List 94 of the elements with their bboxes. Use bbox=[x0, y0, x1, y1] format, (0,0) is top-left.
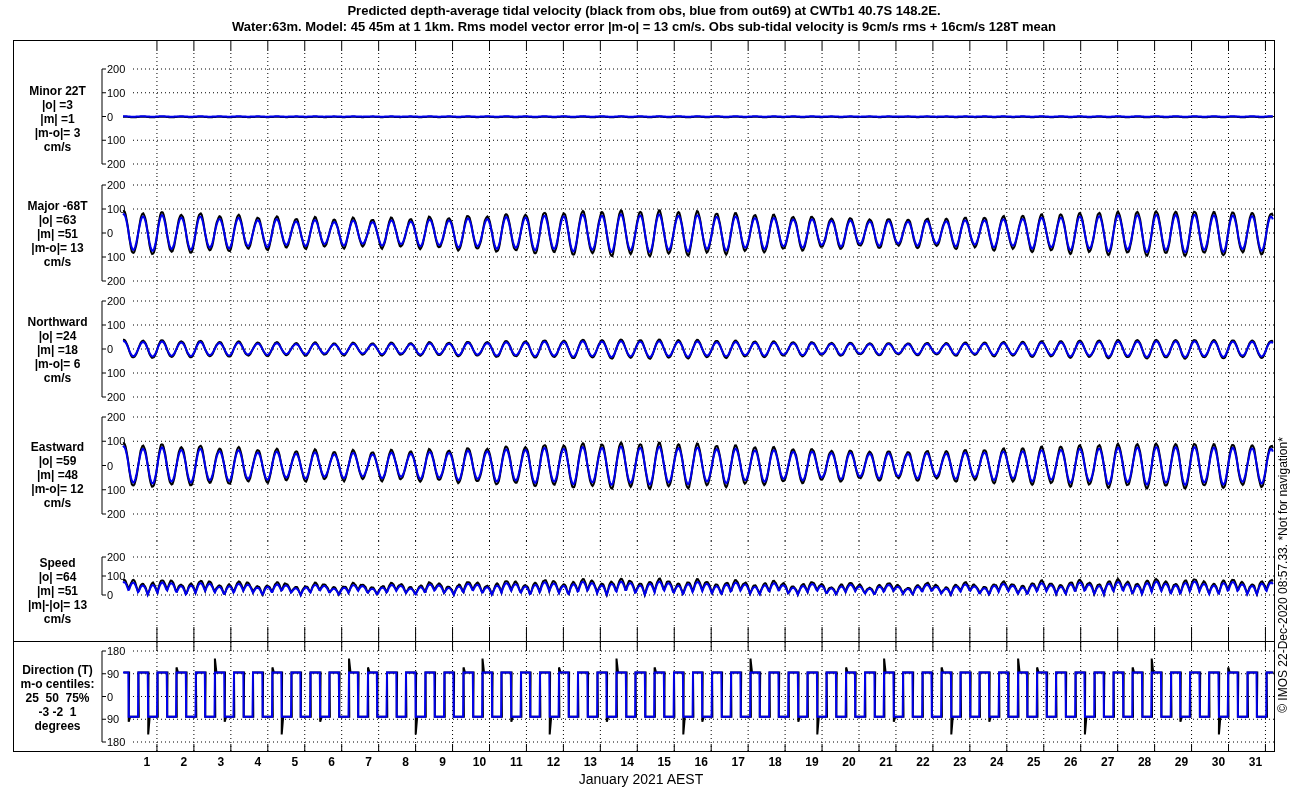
panel-label: |o| =3 bbox=[41, 97, 74, 112]
tick-label: 200 bbox=[107, 179, 126, 191]
axis-label: 19 bbox=[805, 755, 819, 769]
panel-label: Eastward bbox=[30, 439, 85, 454]
panel-label: Speed bbox=[39, 556, 76, 570]
panel-label: |m| =1 bbox=[40, 111, 75, 126]
panel-label: |m| =48 bbox=[36, 467, 79, 482]
tick-label: 200 bbox=[107, 551, 126, 563]
tick-label: 90 bbox=[107, 667, 120, 680]
tick-label: 180 bbox=[107, 736, 126, 748]
panel-label: cm/s bbox=[43, 495, 72, 510]
tick-label: 200 bbox=[107, 391, 126, 403]
panel-label: 25 50 75% bbox=[25, 691, 90, 705]
axis-label: 20 bbox=[842, 755, 856, 769]
panel-label: degrees bbox=[34, 719, 81, 733]
tick-label: 180 bbox=[107, 645, 126, 657]
tick-label: 100 bbox=[107, 319, 126, 331]
axis-label: 25 bbox=[1027, 755, 1041, 769]
tick-label: 0 bbox=[107, 690, 114, 703]
axis-label: 15 bbox=[657, 755, 671, 769]
panel-label: Northward bbox=[27, 315, 88, 329]
tick-label: 100 bbox=[107, 134, 126, 147]
axis-label: 21 bbox=[879, 755, 893, 769]
tick-label: 100 bbox=[107, 483, 126, 496]
tick-label: 90 bbox=[107, 713, 120, 726]
panel-label: |m| =18 bbox=[36, 343, 79, 357]
tick-label: 100 bbox=[107, 86, 126, 99]
tick-label: 100 bbox=[107, 251, 126, 263]
panel-label: |m|-|o|= 13 bbox=[27, 598, 88, 612]
panel-label: |m-o|= 3 bbox=[34, 125, 81, 140]
axis-label: 4 bbox=[254, 755, 262, 769]
panel-label: Minor 22T bbox=[29, 83, 86, 98]
panel-label: -3 -2 1 bbox=[38, 705, 77, 719]
panel-label: |m| =51 bbox=[36, 227, 79, 241]
tick-label: 100 bbox=[107, 435, 126, 448]
panel-label: Direction (T) bbox=[22, 663, 93, 677]
panel-label: cm/s bbox=[43, 255, 72, 269]
axis-label: 1 bbox=[143, 755, 151, 769]
tick-label: 200 bbox=[107, 508, 126, 520]
panel-label: |o| =63 bbox=[38, 213, 77, 227]
axis-title: January 2021 AEST bbox=[578, 771, 704, 787]
tick-label: 100 bbox=[107, 570, 126, 582]
axis-label: 27 bbox=[1100, 755, 1115, 769]
panel-label: cm/s bbox=[43, 612, 72, 626]
tick-label: 0 bbox=[107, 589, 114, 601]
axis-label: 29 bbox=[1174, 755, 1189, 769]
axis-label: 22 bbox=[916, 755, 930, 769]
tick-label: 200 bbox=[107, 158, 126, 170]
chart-title: Predicted depth-average tidal velocity (black from obs, blue from out69) at CWTb1 40.7S 148.2E. bbox=[347, 3, 941, 19]
axis-label: 26 bbox=[1064, 755, 1078, 769]
axis-label: 8 bbox=[402, 755, 409, 769]
axis-label: 2 bbox=[180, 755, 188, 769]
panel-label: |m-o|= 6 bbox=[34, 357, 81, 371]
axis-label: 10 bbox=[472, 755, 487, 769]
panel-label: |o| =24 bbox=[38, 329, 77, 343]
tick-label: 100 bbox=[107, 367, 126, 379]
axis-label: 28 bbox=[1137, 755, 1152, 769]
axis-label: 30 bbox=[1211, 755, 1226, 769]
chart-title: Water:63m. Model: 45 45m at 1 1km. Rms model vector error |m-o| = 13 cm/s. Obs sub-tidal velocity is 9cm/s rms + 16cm/s 128T mean bbox=[232, 19, 1056, 35]
y-axis bbox=[101, 556, 107, 596]
axis-label: 14 bbox=[620, 755, 634, 769]
tick-label: 0 bbox=[107, 459, 114, 472]
axis-label: 3 bbox=[217, 755, 225, 769]
panel-label: m-o centiles: bbox=[20, 677, 95, 691]
axis-label: 11 bbox=[510, 755, 523, 769]
axis-label: 13 bbox=[583, 755, 598, 769]
tick-label: 200 bbox=[107, 63, 126, 75]
tick-label: 0 bbox=[107, 343, 114, 355]
axis-label: 7 bbox=[365, 755, 372, 769]
axis-label: 23 bbox=[953, 755, 967, 769]
panel-label: |m| =51 bbox=[36, 584, 79, 598]
panel-label: |o| =59 bbox=[38, 453, 77, 468]
axis-label: 17 bbox=[731, 755, 745, 769]
axis-label: 9 bbox=[439, 755, 446, 769]
axis-label: 6 bbox=[328, 755, 336, 769]
tick-label: 200 bbox=[107, 275, 126, 287]
panel-label: |m-o|= 13 bbox=[31, 241, 84, 255]
tick-label: 200 bbox=[107, 411, 126, 423]
panel-label: cm/s bbox=[43, 139, 72, 154]
tick-label: 0 bbox=[107, 110, 114, 123]
axis-label: 18 bbox=[768, 755, 782, 769]
axis-label: 24 bbox=[990, 755, 1004, 769]
credit-note: © IMOS 22-Dec-2020 08:57.33. *Not for navigation* bbox=[1276, 437, 1290, 713]
axis-label: 31 bbox=[1248, 755, 1263, 769]
tick-label: 0 bbox=[107, 227, 114, 239]
axis-label: 16 bbox=[694, 755, 708, 769]
panel-label: cm/s bbox=[43, 371, 72, 385]
axis-label: 5 bbox=[291, 755, 299, 769]
panel-label: Major -68T bbox=[27, 199, 88, 213]
tick-label: 200 bbox=[107, 295, 126, 307]
tick-label: 100 bbox=[107, 203, 126, 215]
panel-label: |o| =64 bbox=[38, 570, 77, 584]
axis-label: 12 bbox=[546, 755, 561, 769]
panel-label: |m-o|= 12 bbox=[31, 481, 84, 496]
